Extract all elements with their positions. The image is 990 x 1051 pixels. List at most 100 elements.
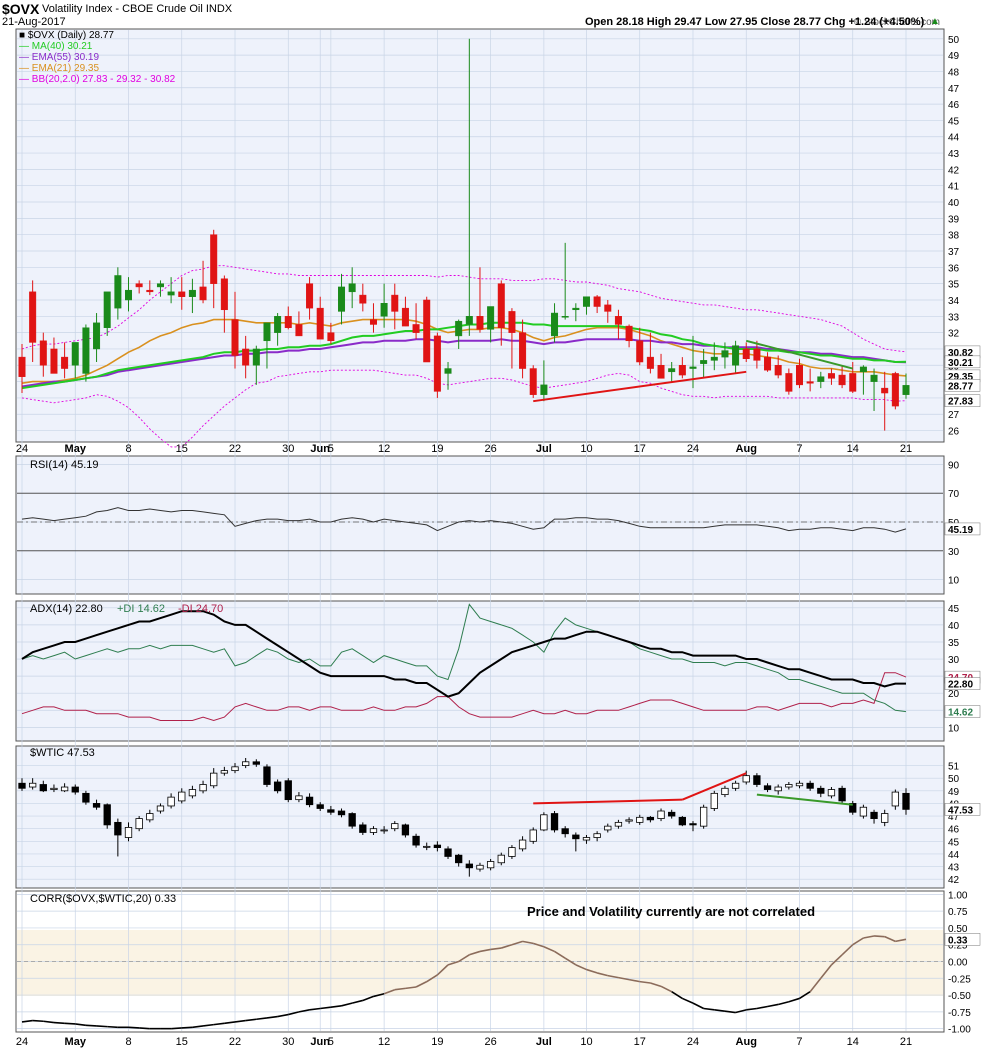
ovx-candle-body: [881, 387, 889, 394]
x-axis-label-top: 30: [282, 443, 294, 455]
x-axis-label-bottom: 30: [282, 1036, 294, 1048]
ovx-candle-body: [721, 350, 729, 358]
price-y-tick: 27: [948, 410, 960, 421]
price-y-tick: 35: [948, 280, 960, 291]
wtic-candle-body: [423, 845, 431, 848]
ovx-candle-body: [806, 381, 814, 384]
price-y-tick: 34: [948, 296, 960, 307]
ovx-candle-body: [572, 307, 580, 311]
price-y-tick: 26: [948, 427, 960, 438]
wtic-candle-body: [763, 785, 772, 790]
badge-pdi: 14.62: [948, 708, 973, 719]
wtic-candle-body: [731, 782, 740, 789]
rsi-panel-title: RSI(14) 45.19: [30, 459, 98, 471]
adx-panel-title: ADX(14) 22.80: [30, 603, 103, 615]
corr-annotation: Price and Volatility currently are not c…: [527, 904, 815, 919]
wtic-candle-body: [497, 854, 505, 864]
x-axis-label-bottom: 24: [16, 1036, 28, 1048]
wtic-candle-body: [316, 804, 324, 809]
wtic-candle-body: [412, 835, 420, 846]
wtic-candle-body: [359, 824, 367, 833]
ovx-candle-body: [519, 332, 527, 369]
price-y-tick: 46: [948, 100, 960, 111]
corr-y-tick: 0.00: [948, 958, 968, 969]
ovx-candle-body: [231, 319, 239, 356]
wtic-candle-body: [327, 809, 335, 813]
wtic-candle-body: [18, 782, 26, 789]
ovx-candle-body: [774, 365, 782, 376]
x-axis-label-top: 7: [796, 443, 802, 455]
wtic-candle-body: [795, 782, 804, 787]
x-axis-label-top: Jul: [536, 443, 552, 455]
chg-up-icon: ▲: [930, 16, 940, 27]
wtic-candle-body: [838, 787, 846, 802]
x-axis-label-top: 24: [687, 443, 699, 455]
wtic-candle-body: [156, 805, 165, 812]
wtic-candle-body: [82, 792, 90, 803]
chart-date: 21-Aug-2017: [2, 16, 66, 28]
wtic-candle-body: [699, 806, 708, 827]
adx-mdi-label: -DI 24.70: [178, 603, 223, 615]
wtic-candle-body: [92, 803, 101, 808]
corr-line-segment: [64, 1022, 76, 1025]
ovx-candle-body: [657, 365, 665, 379]
ovx-candle-body: [401, 307, 409, 327]
wtic-candle-body: [124, 827, 133, 838]
wtic-candle-body: [902, 792, 910, 810]
wtic-candle-body: [39, 784, 47, 792]
rsi-y-tick: 90: [948, 460, 960, 471]
wtic-candle-body: [785, 784, 793, 788]
wtic-candle-body: [572, 834, 580, 840]
ovx-candle-body: [785, 373, 793, 392]
wtic-candle-body: [859, 806, 868, 817]
x-axis-label-top: 14: [847, 443, 859, 455]
corr-line-segment: [181, 1026, 193, 1029]
corr-y-tick: -0.25: [948, 974, 971, 985]
ovx-candle-body: [817, 376, 825, 382]
wtic-candle-body: [753, 775, 761, 785]
price-y-tick: 39: [948, 214, 960, 225]
wtic-candle-body: [465, 863, 473, 869]
corr-line-segment: [128, 1026, 140, 1029]
corr-y-tick: -1.00: [948, 1025, 971, 1036]
ovx-candle-body: [849, 373, 857, 392]
ohlc-summary: Open 28.18 High 29.47 Low 27.95 Close 28…: [585, 16, 925, 28]
ovx-candle-body: [764, 356, 772, 371]
ovx-candle-body: [455, 320, 463, 337]
ovx-candle-body: [188, 289, 196, 297]
wtic-candle-body: [614, 821, 623, 827]
adx-pdi-label: +DI 14.62: [117, 603, 165, 615]
corr-line-segment: [873, 935, 885, 938]
badge-corr: 0.33: [948, 935, 968, 946]
price-y-tick: 41: [948, 182, 960, 193]
legend-bb: — BB(20,2.0) 27.83 - 29.32 - 30.82: [19, 74, 176, 85]
price-y-tick: 48: [948, 67, 960, 78]
ovx-candle-body: [252, 348, 260, 366]
ovx-candle-body: [338, 286, 346, 312]
corr-y-tick: 1.00: [948, 890, 968, 901]
wtic-panel-title: $WTIC 47.53: [30, 747, 95, 759]
ovx-candle-body: [540, 384, 548, 395]
x-axis-label-bottom: 17: [634, 1036, 646, 1048]
wtic-candle-body: [29, 782, 37, 788]
ovx-candle-body: [795, 365, 803, 386]
legend-ema55: — EMA(55) 30.19: [19, 52, 99, 63]
ovx-candle-body: [827, 373, 835, 379]
ovx-candle-body: [551, 312, 559, 337]
ovx-candle-body: [242, 348, 250, 366]
ovx-candle-body: [859, 366, 867, 373]
ovx-candle-body: [103, 291, 111, 328]
ovx-candle-body: [295, 324, 303, 337]
ovx-candle-body: [263, 322, 271, 342]
wtic-candle-body: [273, 781, 282, 792]
wtic-candle-body: [604, 825, 612, 831]
x-axis-label-bottom: 12: [378, 1036, 390, 1048]
ovx-candle-body: [199, 286, 207, 301]
ovx-candle-body: [593, 296, 601, 307]
ovx-candle-body: [93, 322, 101, 350]
adx-y-tick: 20: [948, 689, 960, 700]
wtic-candle-body: [508, 847, 516, 857]
rsi-y-tick: 10: [948, 576, 960, 587]
corr-panel-title: CORR($OVX,$WTIC,20) 0.33: [30, 893, 176, 905]
price-y-tick: 40: [948, 198, 960, 209]
